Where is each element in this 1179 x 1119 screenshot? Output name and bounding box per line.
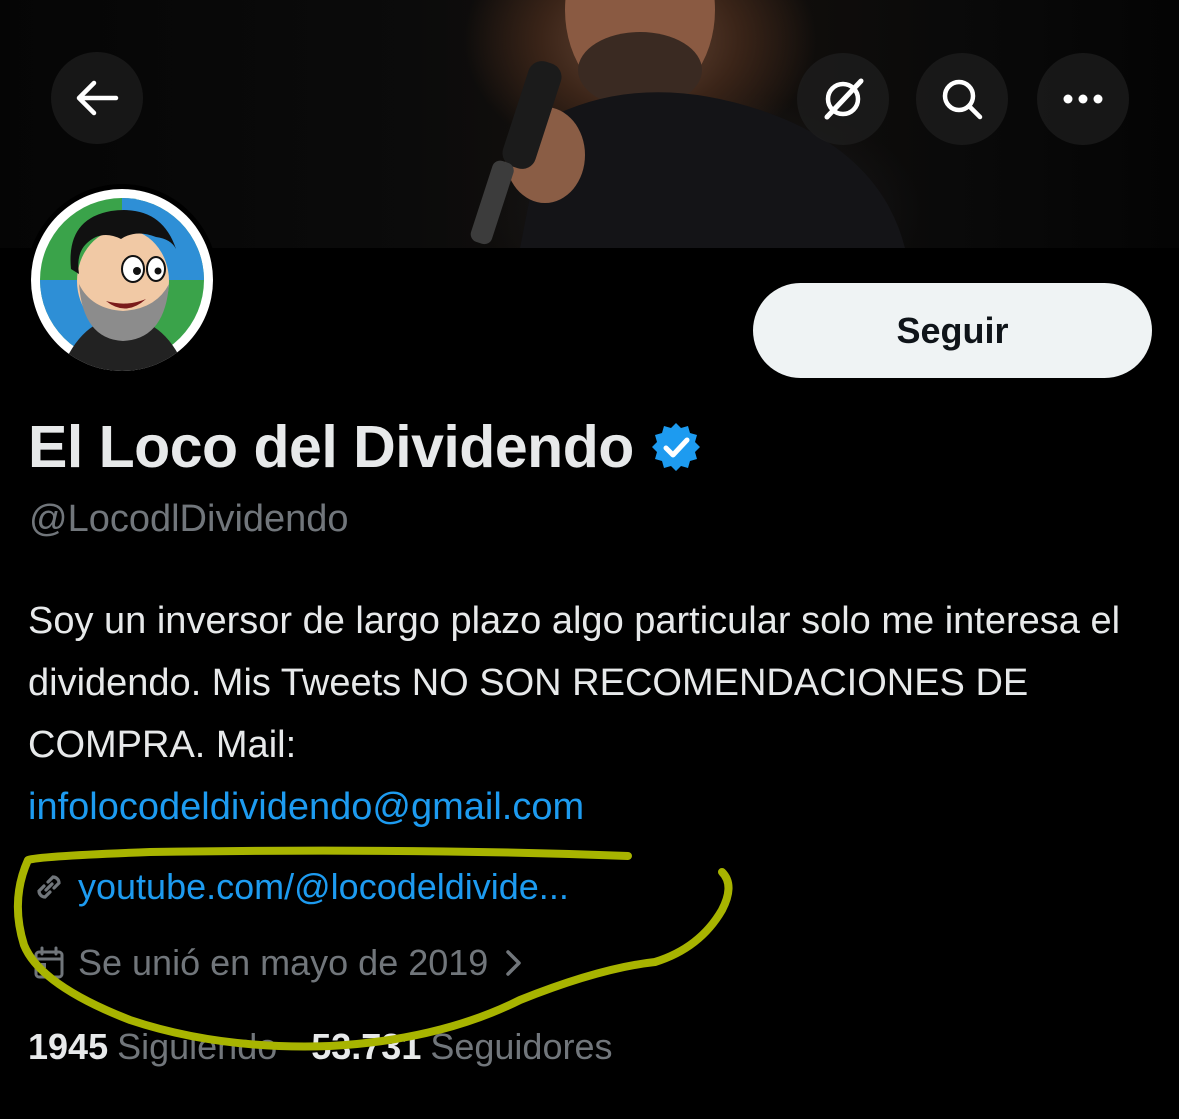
follow-button[interactable]: Seguir [753,283,1152,378]
following-stat[interactable]: 1945 Siguiendo [28,1026,277,1068]
avatar-cartoon-image [33,191,211,371]
website-link[interactable]: youtube.com/@locodeldivide... [78,866,569,908]
back-button[interactable] [51,52,143,144]
followers-count: 53.731 [311,1026,422,1067]
user-handle: @LocodlDividendo [29,498,349,540]
search-button[interactable] [916,53,1008,145]
grok-icon [824,78,864,120]
more-button[interactable] [1037,53,1129,145]
display-name-row: El Loco del Dividendo [28,412,702,482]
bio-email-link[interactable]: infolocodeldividendo@gmail.com [28,776,1148,838]
grok-button[interactable] [797,53,889,145]
followers-stat[interactable]: 53.731 Seguidores [311,1026,612,1068]
calendar-icon [34,946,64,979]
bio-text: Soy un inversor de largo plazo algo part… [28,600,1121,766]
display-name: El Loco del Dividendo [28,414,634,480]
following-count: 1945 [28,1026,109,1067]
verified-badge-icon[interactable] [650,421,702,473]
search-icon [942,79,983,120]
joined-date: Se unió en mayo de 2019 [78,942,489,983]
following-label: Siguiendo [117,1026,278,1067]
followers-label: Seguidores [430,1026,613,1067]
profile-avatar[interactable] [26,184,218,376]
joined-row[interactable]: Se unió en mayo de 2019 [30,942,538,984]
more-horizontal-icon [1063,94,1103,104]
arrow-left-icon [76,80,119,116]
profile-bio: Soy un inversor de largo plazo algo part… [28,590,1148,838]
website-row[interactable]: youtube.com/@locodeldivide... [30,866,569,908]
link-icon [37,875,61,899]
chevron-right-icon [506,950,522,976]
follow-stats: 1945 Siguiendo 53.731 Seguidores [28,1026,646,1068]
